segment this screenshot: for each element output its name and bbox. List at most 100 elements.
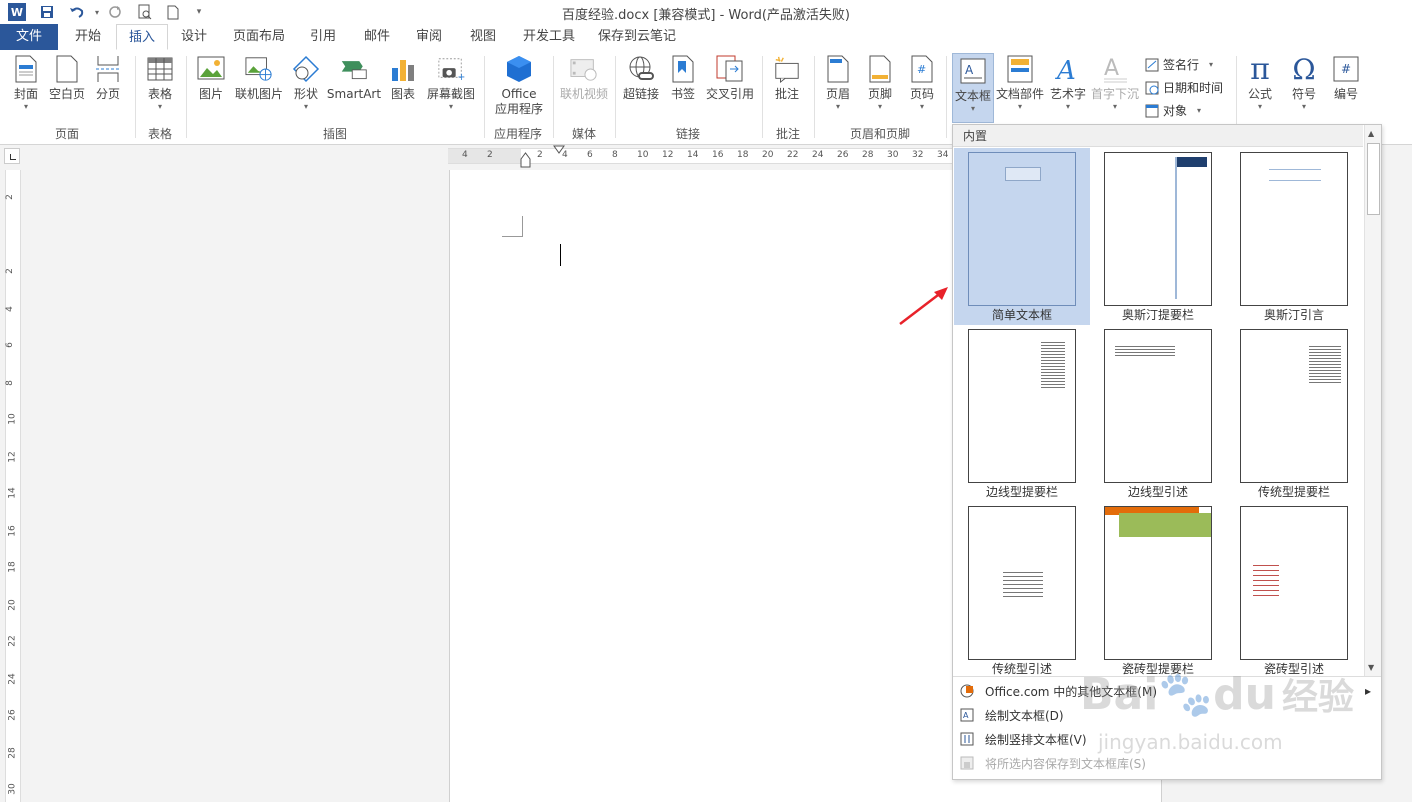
shapes-button[interactable]: 形状 ▾	[290, 54, 322, 112]
sidebar-preview	[1175, 157, 1207, 299]
textbox-button[interactable]: A 文本框 ▾	[952, 53, 994, 123]
gallery-item-mosaic-quote[interactable]: 瓷砖型引述	[1226, 502, 1362, 679]
tab-view[interactable]: 视图	[460, 24, 506, 50]
symbol-dropdown-icon: ▾	[1301, 102, 1306, 111]
object-dropdown-icon: ▾	[1197, 106, 1202, 115]
tab-references[interactable]: 引用	[300, 24, 346, 50]
window-title: 百度经验.docx [兼容模式] - Word(产品激活失败)	[562, 8, 850, 23]
gallery-item-simple-textbox[interactable]: 简单文本框	[954, 148, 1090, 325]
gallery-item-traditional-quote[interactable]: 传统型引述	[954, 502, 1090, 679]
comment-button[interactable]: 批注	[768, 54, 806, 102]
tab-developer[interactable]: 开发工具	[514, 24, 584, 50]
ruler-tick-label: 4	[462, 150, 468, 160]
footer-button[interactable]: 页脚 ▾	[862, 54, 898, 112]
gallery-item-label: 边线型引述	[1127, 485, 1188, 499]
gallery-item-austin-sidebar[interactable]: 奥斯汀提要栏	[1090, 148, 1226, 325]
blank-page-label: 空白页	[48, 87, 85, 101]
ruler-tick-label: 4	[4, 306, 15, 312]
save-gallery-icon	[959, 755, 975, 771]
office-apps-label2: 应用程序	[494, 102, 543, 116]
tab-review[interactable]: 审阅	[406, 24, 452, 50]
ruler-tick-label: 12	[662, 150, 674, 160]
text-cursor	[560, 244, 561, 266]
omega-icon: Ω	[1292, 52, 1316, 86]
tab-file[interactable]: 文件	[0, 24, 58, 50]
quick-parts-button[interactable]: 文档部件 ▾	[996, 54, 1044, 112]
group-label-links: 链接	[675, 127, 700, 141]
ruler-tick-label: 8	[4, 380, 15, 386]
gallery-scrollbar[interactable]: ▲ ▼	[1364, 125, 1381, 676]
online-video-icon	[570, 54, 598, 84]
header-button[interactable]: 页眉 ▾	[820, 54, 856, 112]
bookmark-button[interactable]: 书签	[666, 54, 700, 102]
tab-selector[interactable]	[4, 148, 20, 164]
table-button[interactable]: 表格 ▾	[142, 54, 178, 112]
gallery-item-edge-sidebar[interactable]: 边线型提要栏	[954, 325, 1090, 502]
online-picture-button[interactable]: 联机图片	[232, 54, 286, 102]
menu-item-save-to-gallery[interactable]: 将所选内容保存到文本框库(S)	[953, 751, 1381, 775]
blank-page-button[interactable]: 空白页	[46, 54, 88, 102]
ribbon-tabs: 文件 开始 插入 设计 页面布局 引用 邮件 审阅 视图 开发工具 保存到云笔记	[0, 24, 1412, 51]
page-number-button[interactable]: # 页码 ▾	[904, 54, 940, 112]
ruler-tick-label: 14	[7, 487, 18, 499]
ruler-indent-markers[interactable]	[520, 145, 600, 171]
screenshot-button[interactable]: + 屏幕截图 ▾	[424, 54, 478, 112]
page-number-dropdown-icon: ▾	[919, 102, 924, 111]
svg-text:A: A	[1104, 56, 1119, 81]
gallery-item-austin-quote[interactable]: 奥斯汀引言	[1226, 148, 1362, 325]
picture-button[interactable]: 图片	[194, 54, 228, 102]
page-break-button[interactable]: 分页	[90, 54, 126, 102]
online-picture-icon	[245, 54, 273, 84]
equation-button[interactable]: π 公式 ▾	[1240, 52, 1280, 112]
cross-reference-button[interactable]: 交叉引用	[704, 54, 756, 102]
quick-parts-dropdown-icon: ▾	[1017, 102, 1022, 111]
bookmark-icon	[669, 54, 697, 84]
numbering-label: 编号	[1333, 87, 1358, 101]
tab-home[interactable]: 开始	[64, 24, 112, 50]
tab-layout[interactable]: 页面布局	[224, 24, 294, 50]
left-tab-icon	[10, 154, 16, 160]
quick-parts-label: 文档部件	[996, 87, 1045, 101]
numbering-button[interactable]: # 编号	[1326, 54, 1366, 102]
drop-cap-button[interactable]: A 首字下沉 ▾	[1090, 54, 1140, 112]
symbol-button[interactable]: Ω 符号 ▾	[1284, 52, 1324, 112]
red-arrow-annotation	[899, 287, 948, 325]
scroll-up-icon[interactable]: ▲	[1368, 129, 1374, 138]
tab-design[interactable]: 设计	[172, 24, 216, 50]
date-time-button[interactable]: 日期和时间	[1145, 79, 1223, 96]
page-break-label: 分页	[95, 87, 120, 101]
object-label: 对象	[1163, 104, 1188, 118]
tab-insert[interactable]: 插入	[116, 24, 168, 50]
ruler-tick-label: 24	[7, 673, 18, 685]
wordart-button[interactable]: A 艺术字 ▾	[1048, 54, 1088, 112]
tab-cloud-note[interactable]: 保存到云笔记	[594, 24, 680, 50]
chart-button[interactable]: 图表	[386, 54, 420, 102]
gallery-item-traditional-sidebar[interactable]: 传统型提要栏	[1226, 325, 1362, 502]
object-button[interactable]: 对象 ▾	[1145, 102, 1201, 119]
tab-mailings[interactable]: 邮件	[354, 24, 400, 50]
gallery-item-edge-quote[interactable]: 边线型引述	[1090, 325, 1226, 502]
ruler-tick-label: 6	[4, 342, 15, 348]
quote-preview	[1115, 344, 1175, 356]
drop-cap-icon: A	[1101, 54, 1129, 84]
page-number-label: 页码	[909, 87, 934, 101]
vertical-ruler[interactable]: 2 2 4 6 8 10 12 14 16 18 20 22 24 26 28 30	[5, 170, 21, 802]
table-label: 表格	[147, 87, 172, 101]
online-video-button[interactable]: 联机视频	[558, 54, 610, 102]
hyperlink-button[interactable]: 超链接	[620, 54, 662, 102]
scrollbar-thumb[interactable]	[1367, 143, 1380, 215]
signature-line-button[interactable]: 签名行 ▾	[1145, 56, 1213, 73]
scroll-down-icon[interactable]: ▼	[1368, 663, 1374, 672]
office-apps-button[interactable]: Office 应用程序	[488, 54, 550, 117]
wordart-icon: A	[1054, 54, 1082, 84]
screenshot-label: 屏幕截图	[426, 87, 475, 101]
gallery-item-mosaic-sidebar[interactable]: 瓷砖型提要栏	[1090, 502, 1226, 679]
cover-page-button[interactable]: 封面 ▾	[6, 54, 46, 112]
picture-icon	[197, 54, 225, 84]
ruler-tick-label: 20	[7, 599, 18, 611]
baidu-watermark: Bai🐾du 经验	[1080, 668, 1354, 720]
equation-label: 公式	[1247, 87, 1272, 101]
shapes-dropdown-icon: ▾	[303, 102, 308, 111]
wordart-dropdown-icon: ▾	[1065, 102, 1070, 111]
smartart-button[interactable]: SmartArt	[326, 54, 382, 102]
